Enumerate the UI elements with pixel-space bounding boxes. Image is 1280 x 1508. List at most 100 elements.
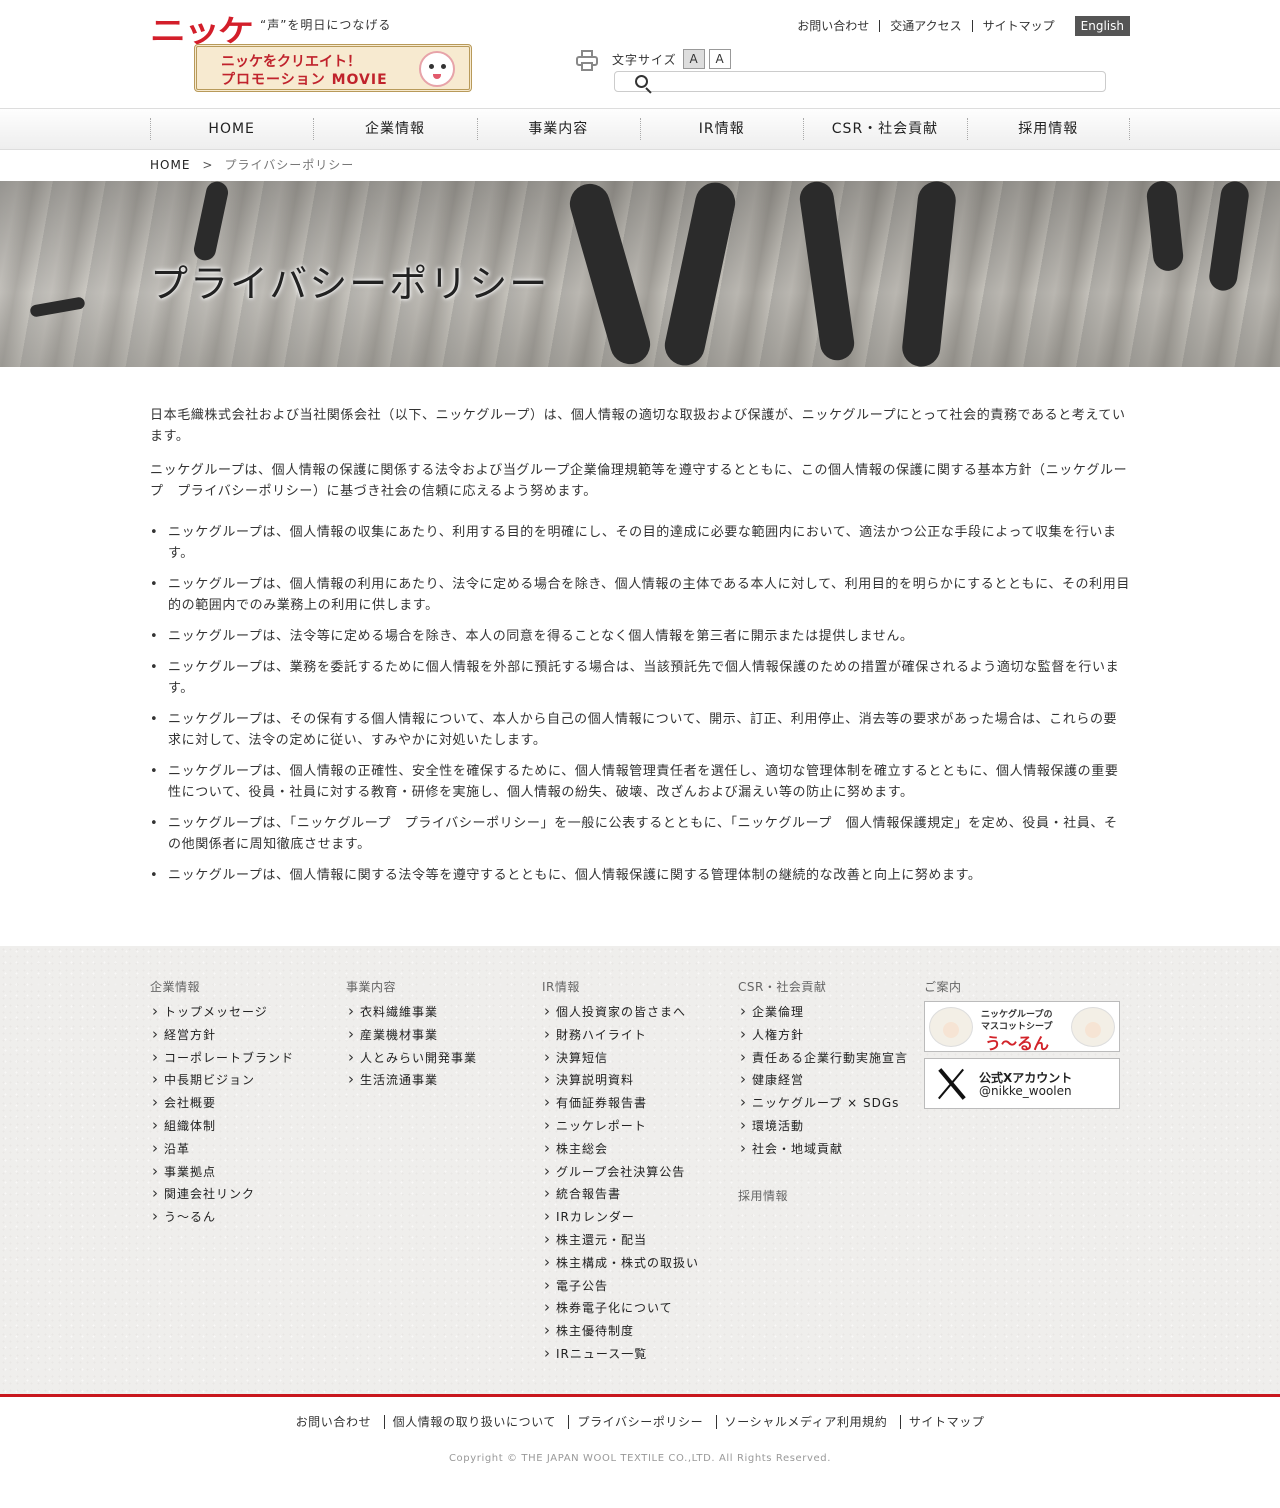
print-icon[interactable]: [576, 50, 598, 71]
promo-subtitle: プロモーション MOVIE: [221, 72, 388, 88]
english-button[interactable]: English: [1074, 16, 1130, 36]
footer-link[interactable]: 企業倫理: [738, 1000, 908, 1024]
footer-link[interactable]: 産業機材事業: [346, 1023, 477, 1047]
footer-link[interactable]: 株主構成・株式の取扱い: [542, 1251, 699, 1275]
nav-home[interactable]: HOME: [150, 109, 313, 150]
bottom-link-contact[interactable]: お問い合わせ: [288, 1415, 380, 1429]
footer-link[interactable]: 株券電子化について: [542, 1296, 699, 1320]
nav-recruit[interactable]: 採用情報: [966, 109, 1131, 150]
footer-link[interactable]: 組織体制: [150, 1114, 294, 1138]
page-title: プライバシーポリシー: [150, 262, 550, 306]
footer-link[interactable]: 責任ある企業行動実施宣言: [738, 1046, 908, 1070]
footer-link[interactable]: ニッケレポート: [542, 1114, 699, 1138]
footer-link[interactable]: 事業拠点: [150, 1160, 294, 1184]
policy-item: ニッケグループは、個人情報の収集にあたり、利用する目的を明確にし、その目的達成に…: [150, 522, 1130, 564]
policy-paragraph: ニッケグループは、個人情報の保護に関係する法令および当グループ企業倫理規範等を遵…: [150, 463, 1128, 499]
footer-link[interactable]: う～るん: [150, 1205, 294, 1229]
footer-link[interactable]: 衣料繊維事業: [346, 1000, 477, 1024]
footer-link[interactable]: 中長期ビジョン: [150, 1068, 294, 1092]
footer-link[interactable]: 生活流通事業: [346, 1068, 477, 1092]
footer-divider: [0, 1394, 1280, 1397]
copyright: Copyright © THE JAPAN WOOL TEXTILE CO.,L…: [448, 1453, 832, 1464]
bottom-link-sitemap[interactable]: サイトマップ: [899, 1415, 993, 1429]
footer-link[interactable]: ニッケグループ × SDGs: [738, 1091, 908, 1115]
footer-column-ir: IR情報 個人投資家の皆さまへ財務ハイライト決算短信決算説明資料有価証券報告書ニ…: [542, 978, 699, 1366]
nav-ir[interactable]: IR情報: [639, 109, 803, 150]
utility-nav: お問い合わせ 交通アクセス サイトマップ English: [787, 16, 1130, 36]
policy-item: ニッケグループは、個人情報に関する法令等を遵守するとともに、個人情報保護に関する…: [150, 865, 1130, 886]
policy-item: ニッケグループは、個人情報の正確性、安全性を確保するために、個人情報管理責任者を…: [150, 761, 1130, 803]
nav-business[interactable]: 事業内容: [476, 109, 640, 150]
footer-link[interactable]: 株主優待制度: [542, 1319, 699, 1343]
footer-bottom-links: お問い合わせ 個人情報の取り扱いについて プライバシーポリシー ソーシャルメディ…: [0, 1413, 1280, 1430]
footer-heading-recruit[interactable]: 採用情報: [738, 1187, 908, 1204]
breadcrumb-current: プライバシーポリシー: [224, 158, 355, 172]
footer-link[interactable]: 統合報告書: [542, 1182, 699, 1206]
footer-link[interactable]: 電子公告: [542, 1274, 699, 1298]
bottom-link-personal-info[interactable]: 個人情報の取り扱いについて: [383, 1415, 565, 1429]
footer-link[interactable]: 有価証券報告書: [542, 1091, 699, 1115]
footer-heading[interactable]: IR情報: [542, 978, 699, 995]
footer-link[interactable]: 沿革: [150, 1137, 294, 1161]
x-logo-icon: [935, 1067, 969, 1101]
policy-item: ニッケグループは、業務を委託するために個人情報を外部に預託する場合は、当該預託先…: [150, 657, 1130, 699]
policy-item: ニッケグループは、「ニッケグループ プライバシーポリシー」を一般に公表するととも…: [150, 813, 1130, 855]
font-size-label: 文字サイズ: [612, 52, 677, 67]
footer-column-business: 事業内容 衣料繊維事業産業機材事業人とみらい開発事業生活流通事業: [346, 978, 477, 1092]
footer-link[interactable]: 会社概要: [150, 1091, 294, 1115]
footer-link[interactable]: 健康経営: [738, 1068, 908, 1092]
mascot-face-icon: [419, 51, 455, 87]
bottom-link-privacy[interactable]: プライバシーポリシー: [568, 1415, 712, 1429]
logo-mark: ニッケ: [150, 14, 254, 49]
footer-link[interactable]: 決算短信: [542, 1046, 699, 1070]
policy-item: ニッケグループは、個人情報の利用にあたり、法令に定める場合を除き、個人情報の主体…: [150, 574, 1130, 616]
footer-link[interactable]: 社会・地域貢献: [738, 1137, 908, 1161]
sheep-mascot-icon: [929, 1007, 973, 1047]
font-size-small-button[interactable]: A: [682, 49, 705, 69]
nav-csr[interactable]: CSR・社会貢献: [803, 109, 966, 150]
mascot-woolen-banner[interactable]: ニッケグループの マスコットシープ う～るん: [924, 1001, 1120, 1052]
breadcrumb-home[interactable]: HOME: [150, 158, 190, 172]
intro-paragraph: 日本毛織株式会社および当社関係会社（以下、ニッケグループ）は、個人情報の適切な取…: [150, 408, 1126, 444]
nav-company[interactable]: 企業情報: [313, 109, 476, 150]
contact-link[interactable]: お問い合わせ: [787, 20, 879, 32]
breadcrumb-separator: >: [202, 158, 213, 172]
promo-title: ニッケをクリエイト！: [221, 54, 361, 70]
font-size-control: 文字サイズ A A: [612, 49, 735, 69]
footer-column-guide: ご案内 ニッケグループの マスコットシープ う～るん 公式Xアカウント @nik…: [924, 978, 1120, 1115]
footer-heading[interactable]: 企業情報: [150, 978, 294, 995]
banner-text: @nikke_woolen: [979, 1084, 1072, 1098]
font-size-large-button[interactable]: A: [708, 49, 731, 69]
footer-column-company: 企業情報 トップメッセージ経営方針コーポレートブランド中長期ビジョン会社概要組織…: [150, 978, 294, 1229]
sitemap-link[interactable]: サイトマップ: [971, 20, 1065, 32]
footer-link[interactable]: グループ会社決算公告: [542, 1160, 699, 1184]
search-input[interactable]: [614, 71, 1106, 92]
access-link[interactable]: 交通アクセス: [879, 20, 971, 32]
policy-item: ニッケグループは、その保有する個人情報について、本人から自己の個人情報について、…: [150, 709, 1130, 751]
site-header: ニッケ “声”を明日につなげる ニッケをクリエイト！ プロモーション MOVIE…: [0, 0, 1280, 108]
footer-link[interactable]: IRカレンダー: [542, 1205, 699, 1229]
policy-list: ニッケグループは、個人情報の収集にあたり、利用する目的を明確にし、その目的達成に…: [150, 522, 1130, 886]
promotion-movie-banner[interactable]: ニッケをクリエイト！ プロモーション MOVIE: [194, 44, 472, 92]
footer-link[interactable]: 人とみらい開発事業: [346, 1046, 477, 1070]
footer-link[interactable]: 環境活動: [738, 1114, 908, 1138]
hero-banner: プライバシーポリシー: [0, 181, 1280, 367]
footer-link[interactable]: トップメッセージ: [150, 1000, 294, 1024]
bottom-link-social-media[interactable]: ソーシャルメディア利用規約: [715, 1415, 896, 1429]
footer-link[interactable]: 個人投資家の皆さまへ: [542, 1000, 699, 1024]
footer-link[interactable]: 経営方針: [150, 1023, 294, 1047]
footer-heading[interactable]: CSR・社会貢献: [738, 978, 908, 995]
footer-link[interactable]: コーポレートブランド: [150, 1046, 294, 1070]
search-icon[interactable]: [635, 75, 648, 88]
footer-link[interactable]: IRニュース一覧: [542, 1342, 699, 1366]
x-account-banner[interactable]: 公式Xアカウント @nikke_woolen: [924, 1058, 1120, 1109]
footer-link[interactable]: 人権方針: [738, 1023, 908, 1047]
tagline: “声”を明日につなげる: [260, 18, 392, 32]
footer-link[interactable]: 株主還元・配当: [542, 1228, 699, 1252]
footer-link[interactable]: 決算説明資料: [542, 1068, 699, 1092]
footer-heading[interactable]: 事業内容: [346, 978, 477, 995]
footer-link[interactable]: 財務ハイライト: [542, 1023, 699, 1047]
footer-link[interactable]: 関連会社リンク: [150, 1182, 294, 1206]
sheep-mascot-icon: [1071, 1007, 1115, 1047]
footer-link[interactable]: 株主総会: [542, 1137, 699, 1161]
